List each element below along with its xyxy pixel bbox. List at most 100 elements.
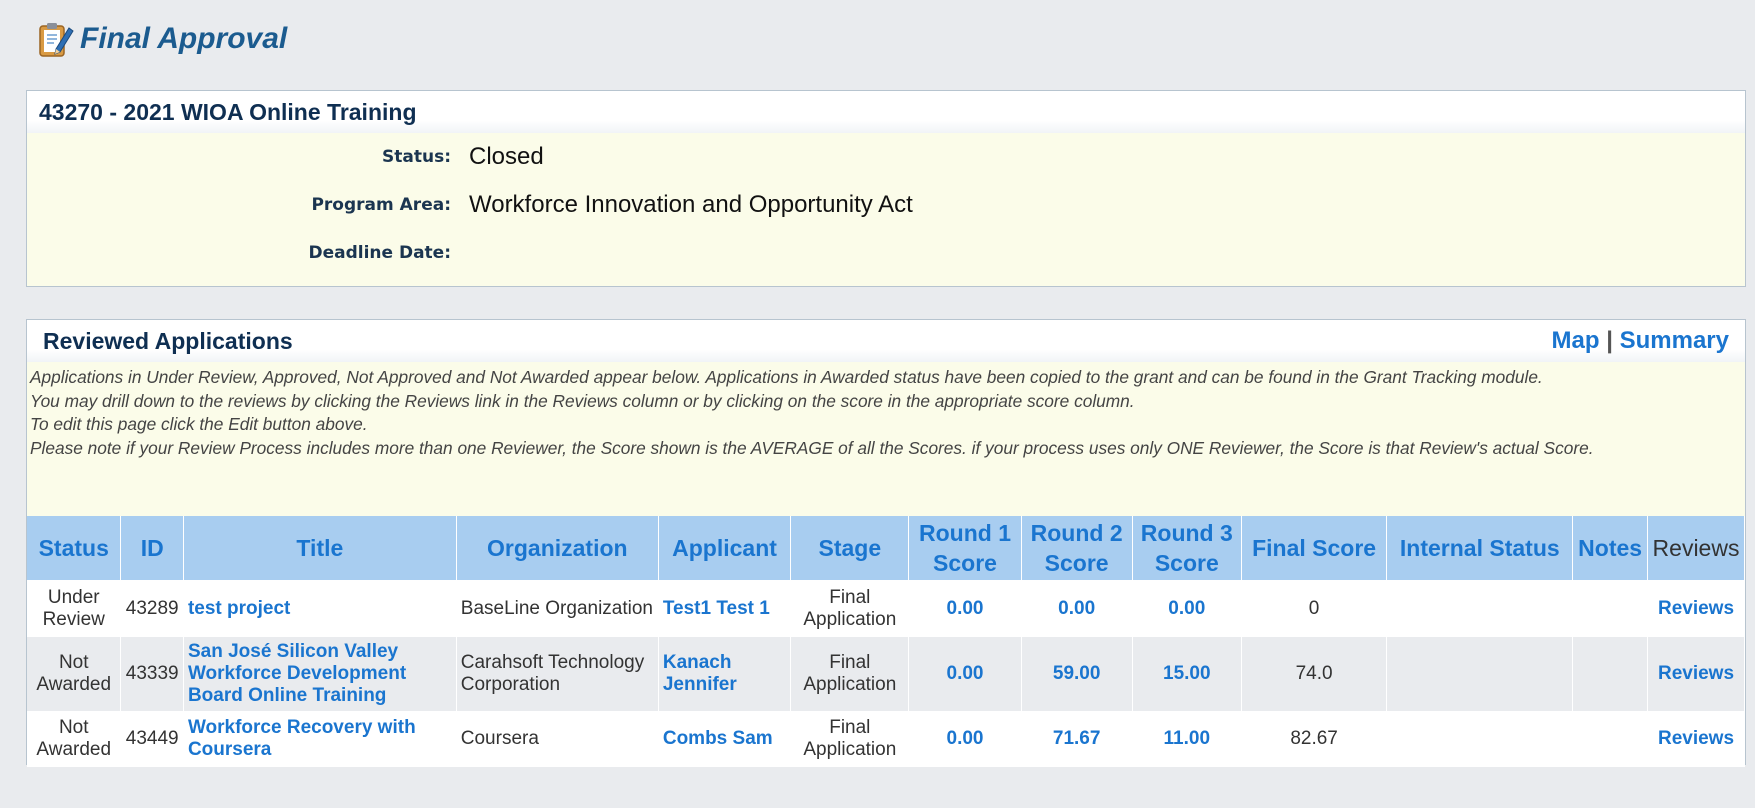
deadline-date-row: Deadline Date: (27, 229, 1745, 277)
cell-final-score: 0 (1241, 580, 1388, 637)
cell-round3-score: 15.00 (1132, 637, 1242, 711)
cell-final-score: 82.67 (1241, 711, 1388, 767)
clipboard-pencil-icon (39, 23, 74, 57)
cell-round1-score: 0.00 (908, 711, 1022, 767)
reviewed-applications-panel: Reviewed Applications Map | Summary Appl… (26, 319, 1746, 767)
column-header-round2-score[interactable]: Round 2 Score (1021, 516, 1133, 580)
round1-score-link[interactable]: 0.00 (947, 598, 984, 619)
instruction-line: Please note if your Review Process inclu… (30, 437, 1594, 458)
program-area-row: Program Area: Workforce Innovation and O… (27, 181, 1745, 229)
instructions-text: Applications in Under Review, Approved, … (27, 362, 1745, 460)
table-row: Not Awarded 43449 Workforce Recovery wit… (27, 711, 1745, 767)
program-area-value: Workforce Innovation and Opportunity Act (469, 191, 913, 218)
status-row: Status: Closed (27, 133, 1745, 181)
program-area-label: Program Area: (311, 195, 451, 215)
header-links: Map | Summary (1552, 327, 1729, 355)
cell-id: 43449 (120, 711, 184, 767)
reviews-link[interactable]: Reviews (1658, 728, 1734, 749)
column-header-title[interactable]: Title (183, 516, 457, 580)
table-row: Under Review 43289 test project BaseLine… (27, 580, 1745, 637)
cell-reviews: Reviews (1647, 711, 1745, 767)
applicant-link[interactable]: Test1 Test 1 (663, 598, 770, 619)
applicant-link[interactable]: Combs Sam (663, 728, 773, 749)
column-header-internal-status[interactable]: Internal Status (1386, 516, 1574, 580)
cell-internal-status (1386, 711, 1574, 767)
page-title-bar: Final Approval (34, 14, 287, 64)
cell-status: Not Awarded (27, 711, 122, 767)
cell-notes (1572, 580, 1649, 637)
reviewed-applications-header: Reviewed Applications Map | Summary (27, 320, 1745, 362)
cell-stage: Final Application (790, 711, 910, 767)
cell-round2-score: 59.00 (1021, 637, 1133, 711)
column-header-applicant[interactable]: Applicant (658, 516, 792, 580)
cell-organization: Carahsoft Technology Corporation (456, 637, 659, 711)
map-link[interactable]: Map (1552, 327, 1600, 354)
status-value: Closed (469, 143, 544, 170)
cell-id: 43339 (120, 637, 184, 711)
cell-applicant: Combs Sam (658, 711, 792, 767)
application-title-link[interactable]: San José Silicon Valley Workforce Develo… (188, 641, 406, 706)
table-row: Not Awarded 43339 San José Silicon Valle… (27, 637, 1745, 711)
instruction-line: To edit this page click the Edit button … (30, 414, 368, 434)
cell-title: San José Silicon Valley Workforce Develo… (183, 637, 457, 711)
round3-score-link[interactable]: 0.00 (1168, 598, 1205, 619)
reviews-link[interactable]: Reviews (1658, 598, 1734, 619)
grant-summary-heading: 43270 - 2021 WIOA Online Training (27, 91, 1745, 133)
cell-applicant: Kanach Jennifer (658, 637, 792, 711)
cell-stage: Final Application (790, 637, 910, 711)
cell-status: Not Awarded (27, 637, 122, 711)
deadline-date-label: Deadline Date: (308, 243, 451, 263)
applicant-link[interactable]: Kanach Jennifer (663, 652, 737, 695)
round3-score-link[interactable]: 11.00 (1164, 728, 1211, 749)
cell-round1-score: 0.00 (908, 637, 1022, 711)
application-title-link[interactable]: Workforce Recovery with Coursera (188, 717, 416, 760)
instruction-line: You may drill down to the reviews by cli… (30, 390, 1135, 411)
cell-round1-score: 0.00 (908, 580, 1022, 637)
cell-title: Workforce Recovery with Coursera (183, 711, 457, 767)
cell-internal-status (1386, 580, 1574, 637)
cell-applicant: Test1 Test 1 (658, 580, 792, 637)
round2-score-link[interactable]: 71.67 (1053, 728, 1101, 749)
cell-round2-score: 71.67 (1021, 711, 1133, 767)
cell-reviews: Reviews (1647, 637, 1745, 711)
column-header-reviews: Reviews (1647, 516, 1745, 580)
cell-final-score: 74.0 (1241, 637, 1388, 711)
cell-organization: Coursera (456, 711, 659, 767)
page-title: Final Approval (80, 22, 288, 55)
column-header-final-score[interactable]: Final Score (1241, 516, 1388, 580)
grant-summary-panel: 43270 - 2021 WIOA Online Training Status… (26, 90, 1746, 287)
round1-score-link[interactable]: 0.00 (947, 663, 984, 684)
column-header-notes[interactable]: Notes (1572, 516, 1649, 580)
reviewed-applications-heading: Reviewed Applications (43, 327, 293, 354)
cell-organization: BaseLine Organization (456, 580, 659, 637)
cell-reviews: Reviews (1647, 580, 1745, 637)
round2-score-link[interactable]: 59.00 (1053, 663, 1101, 684)
cell-id: 43289 (120, 580, 184, 637)
instruction-line: Applications in Under Review, Approved, … (30, 367, 1543, 387)
cell-round3-score: 0.00 (1132, 580, 1242, 637)
cell-notes (1572, 711, 1649, 767)
link-separator: | (1606, 327, 1613, 354)
column-header-round3-score[interactable]: Round 3 Score (1132, 516, 1242, 580)
round3-score-link[interactable]: 15.00 (1163, 663, 1211, 684)
cell-notes (1572, 637, 1649, 711)
cell-internal-status (1386, 637, 1574, 711)
column-header-organization[interactable]: Organization (456, 516, 659, 580)
column-header-status[interactable]: Status (27, 516, 122, 580)
reviews-link[interactable]: Reviews (1658, 663, 1734, 684)
round2-score-link[interactable]: 0.00 (1058, 598, 1095, 619)
column-header-stage[interactable]: Stage (790, 516, 910, 580)
cell-status: Under Review (27, 580, 122, 637)
table-header-row: Status ID Title Organization Applicant S… (27, 516, 1745, 580)
round1-score-link[interactable]: 0.00 (947, 728, 984, 749)
status-label: Status: (382, 147, 451, 167)
cell-round2-score: 0.00 (1021, 580, 1133, 637)
cell-stage: Final Application (790, 580, 910, 637)
column-header-id[interactable]: ID (120, 516, 184, 580)
applications-table: Status ID Title Organization Applicant S… (27, 516, 1745, 767)
application-title-link[interactable]: test project (188, 598, 290, 619)
cell-round3-score: 11.00 (1132, 711, 1242, 767)
summary-link[interactable]: Summary (1620, 327, 1729, 354)
column-header-round1-score[interactable]: Round 1 Score (908, 516, 1022, 580)
cell-title: test project (183, 580, 457, 637)
